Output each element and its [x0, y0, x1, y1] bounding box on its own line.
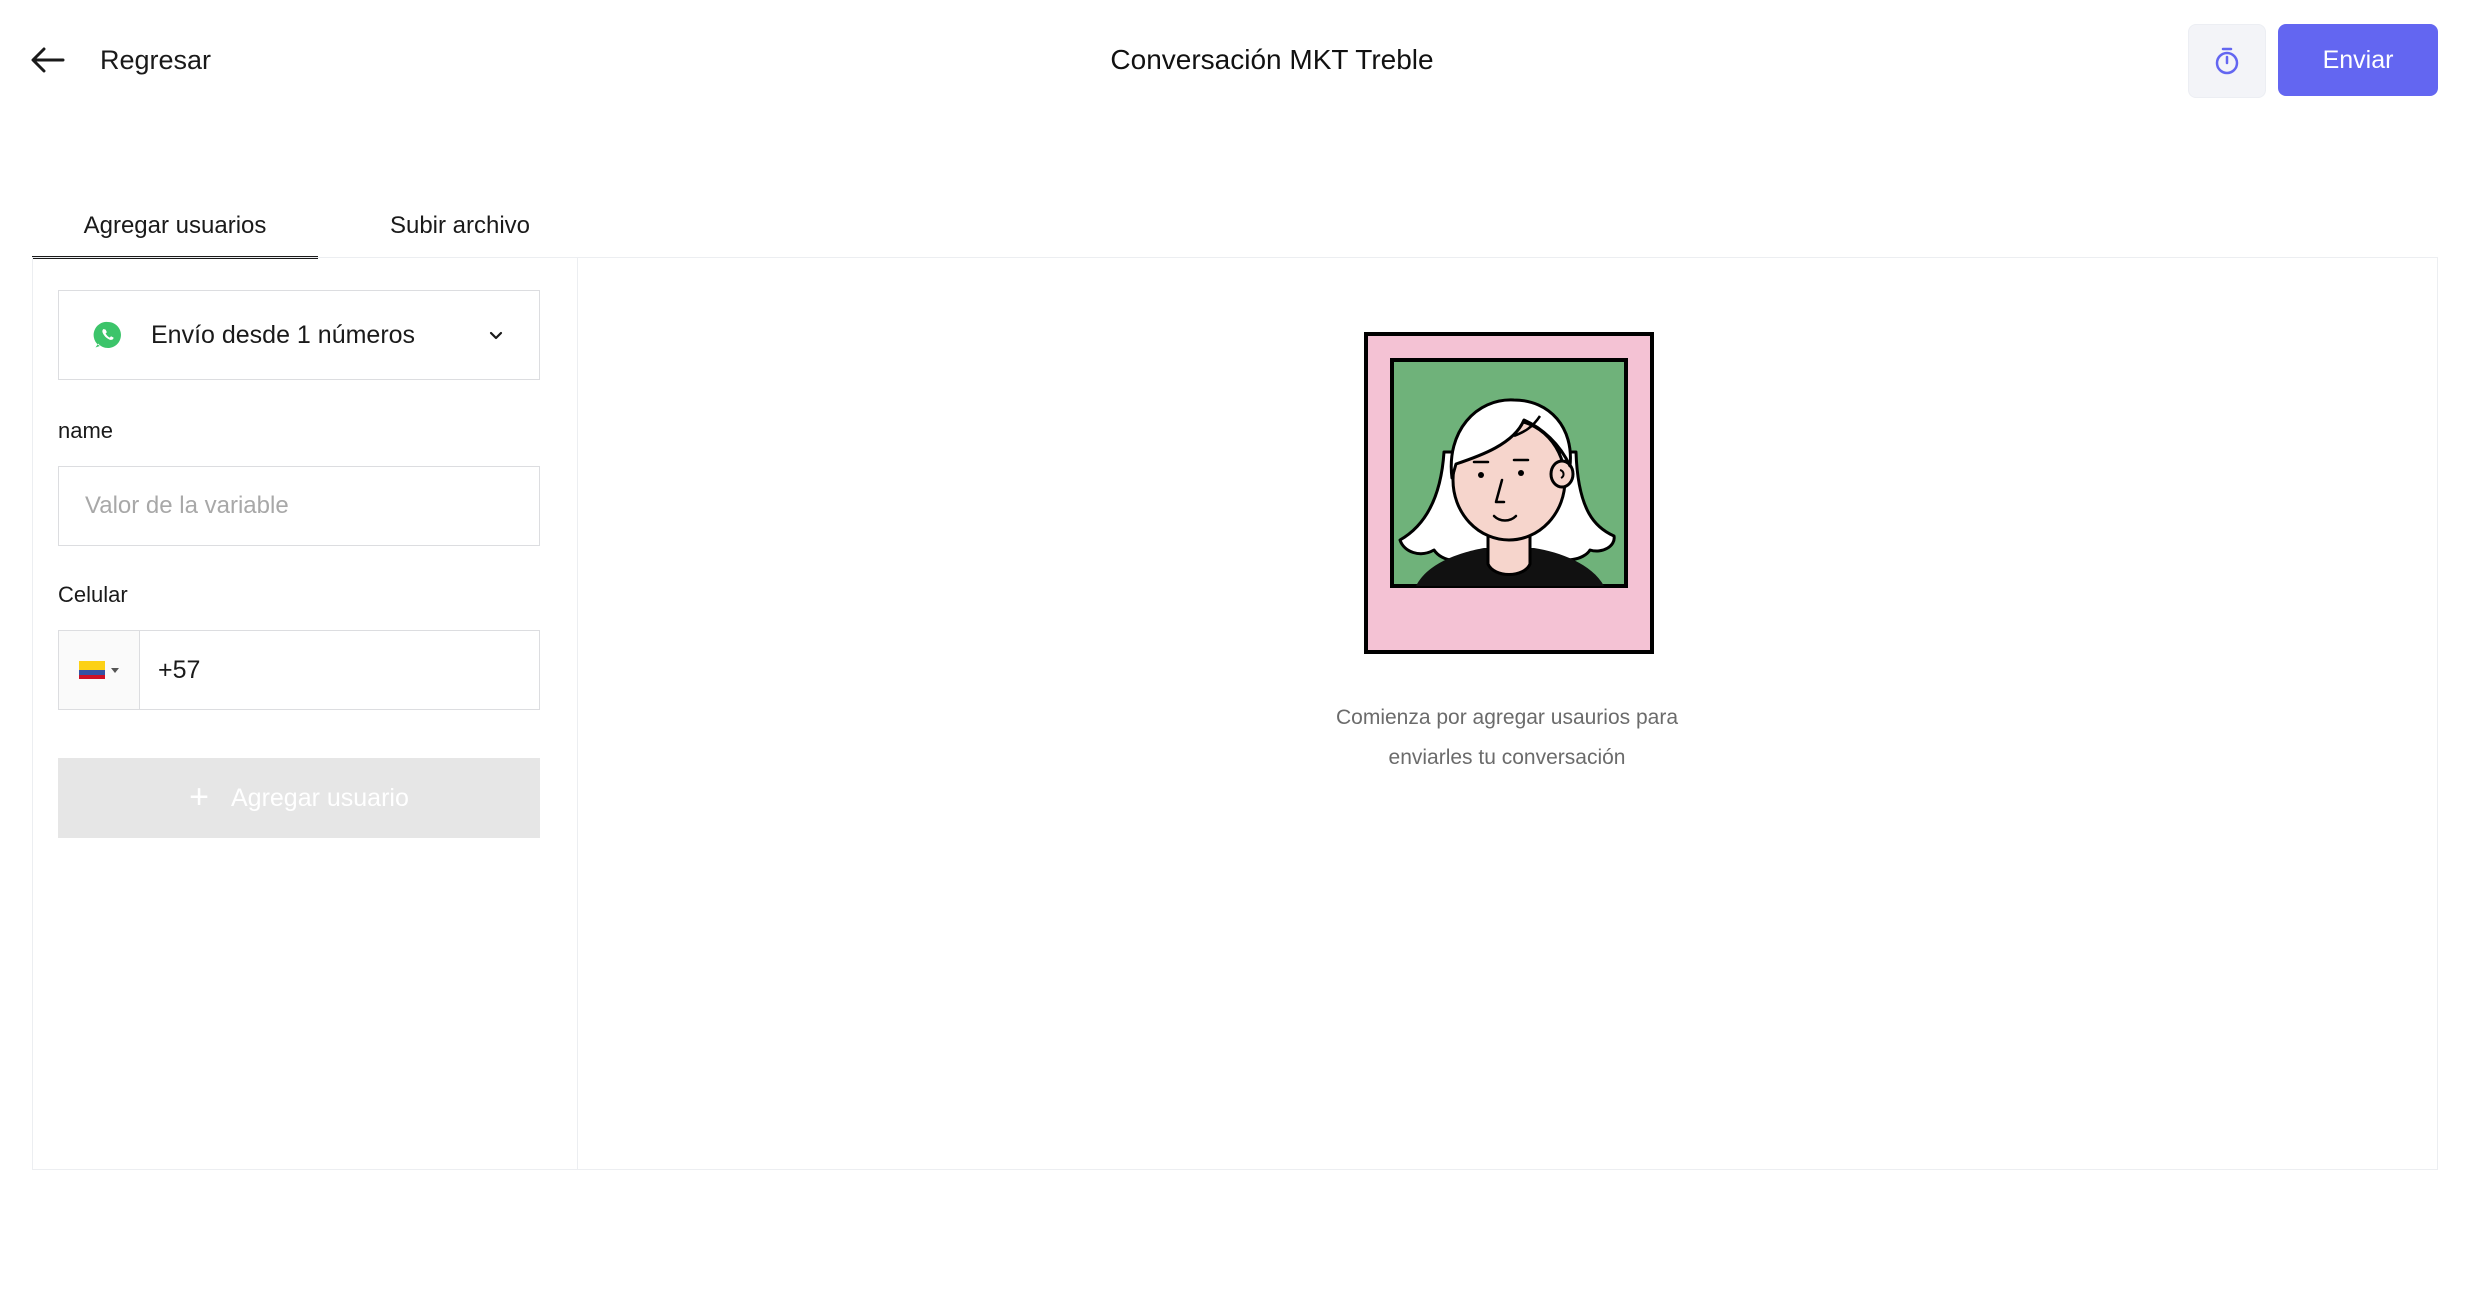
colombia-flag-icon: [79, 661, 105, 679]
timer-icon: [2215, 47, 2239, 75]
variable-label: name: [58, 418, 114, 443]
add-user-button[interactable]: + Agregar usuario: [58, 758, 540, 838]
back-label[interactable]: Regresar: [100, 40, 211, 80]
chevron-down-icon: [489, 331, 503, 340]
page-title: Conversación MKT Treble: [1110, 44, 1434, 75]
plus-icon: +: [189, 777, 209, 816]
phone-label: Celular: [58, 582, 128, 607]
empty-state-illustration: [1364, 332, 1654, 654]
phone-field: [58, 630, 540, 710]
country-selector[interactable]: [59, 631, 140, 709]
sender-select[interactable]: Envío desde 1 números: [58, 290, 540, 380]
arrow-left-icon: [31, 47, 65, 73]
back-button[interactable]: [28, 38, 68, 82]
phone-input[interactable]: [140, 631, 539, 709]
empty-state-line-2: enviarles tu conversación: [1388, 746, 1626, 769]
tab-add-users[interactable]: Agregar usuarios: [32, 204, 318, 259]
add-user-label: Agregar usuario: [230, 783, 409, 812]
caret-down-icon: [111, 667, 119, 673]
empty-state-line-1: Comienza por agregar usaurios para: [1335, 706, 1679, 729]
empty-state-message: Comienza por agregar usaurios para envia…: [1200, 698, 1814, 778]
panel-divider: [577, 257, 578, 1170]
variable-input[interactable]: [58, 466, 540, 546]
tab-upload-file[interactable]: Subir archivo: [340, 204, 580, 256]
send-button[interactable]: Enviar: [2278, 24, 2438, 96]
schedule-button[interactable]: [2188, 24, 2266, 98]
sender-label: Envío desde 1 números: [151, 320, 416, 349]
whatsapp-icon: [93, 321, 121, 348]
